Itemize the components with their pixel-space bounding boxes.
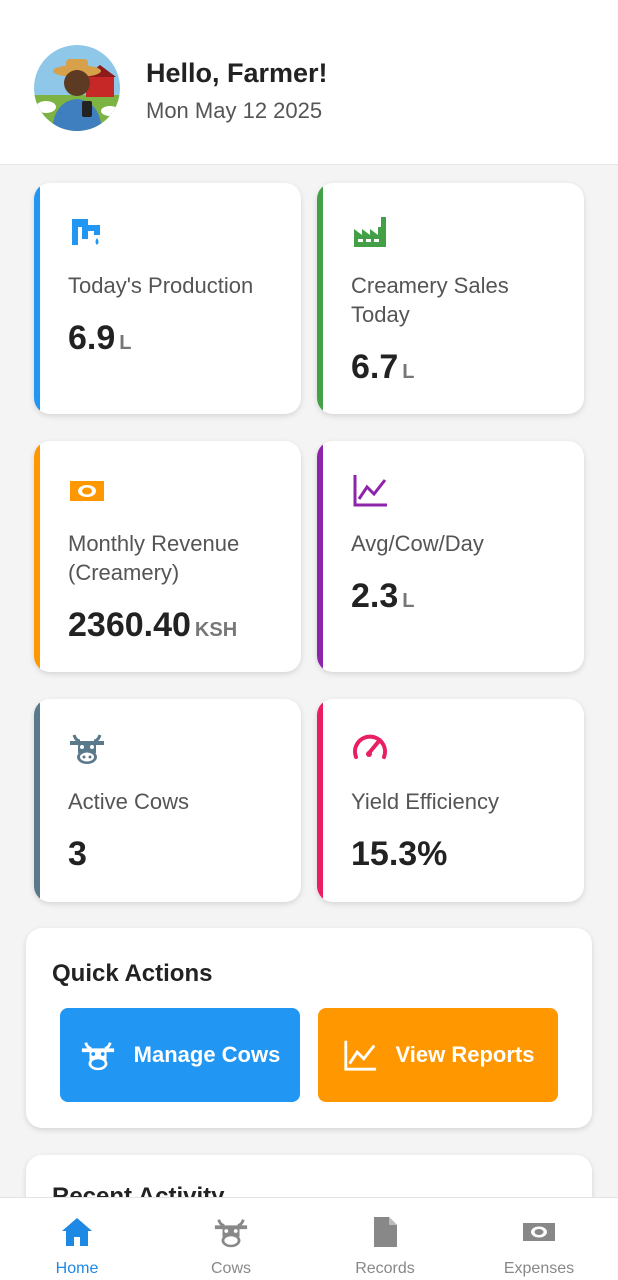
card-unit: L: [402, 361, 415, 383]
card-value: 2.3 L: [351, 577, 415, 615]
current-date: Mon May 12 2025: [146, 98, 323, 123]
card-label: Active Cows: [68, 789, 190, 814]
card-todays-production[interactable]: Today's Production 6.9 L: [34, 183, 301, 414]
manage-cows-button[interactable]: Manage Cows: [60, 1008, 300, 1102]
nav-expenses-label: Expenses: [503, 1260, 575, 1277]
view-reports-button[interactable]: View Reports: [318, 1008, 558, 1102]
line-chart-icon: [353, 475, 387, 507]
cow-icon: [81, 1042, 114, 1071]
card-active-cows[interactable]: Active Cows 3: [34, 699, 301, 902]
nav-cows-label: Cows: [210, 1260, 251, 1277]
card-value: 2360.40 KSH: [68, 606, 238, 644]
card-value: 6.9 L: [68, 319, 132, 357]
card-value: 6.7 L: [351, 348, 415, 386]
nav-records[interactable]: Records: [308, 1198, 462, 1280]
card-label: Monthly Revenue (Creamery): [68, 531, 240, 585]
factory-icon: [354, 217, 386, 247]
money-icon: [70, 481, 104, 501]
bottom-navigation: Home Cows Records Expenses: [0, 1197, 618, 1280]
nav-records-label: Records: [355, 1260, 415, 1277]
quick-actions-title: Quick Actions: [52, 960, 213, 987]
card-monthly-revenue[interactable]: Monthly Revenue (Creamery) 2360.40 KSH: [34, 441, 301, 672]
cow-icon: [214, 1219, 248, 1248]
home-icon: [62, 1218, 92, 1246]
nav-home[interactable]: Home: [0, 1198, 154, 1280]
card-creamery-sales[interactable]: Creamery Sales Today 6.7 L: [317, 183, 584, 414]
card-unit: KSH: [194, 619, 238, 641]
card-label: Today's Production: [68, 273, 254, 298]
nav-expenses[interactable]: Expenses: [462, 1198, 616, 1280]
quick-actions-panel: Quick Actions Manage Cows View Reports: [26, 928, 592, 1128]
milk-tap-icon: [72, 219, 100, 245]
nav-cows[interactable]: Cows: [154, 1198, 308, 1280]
greeting-title: Hello, Farmer!: [146, 58, 328, 88]
card-avg-cow-day[interactable]: Avg/Cow/Day 2.3 L: [317, 441, 584, 672]
manage-cows-label: Manage Cows: [133, 1042, 281, 1067]
card-value: 3: [68, 835, 87, 873]
card-label: Creamery Sales Today: [351, 273, 509, 327]
nav-home-label: Home: [55, 1260, 99, 1277]
app-header: Hello, Farmer! Mon May 12 2025: [0, 0, 618, 165]
card-unit: L: [402, 590, 415, 612]
card-yield-efficiency[interactable]: Yield Efficiency 15.3%: [317, 699, 584, 902]
card-value: 15.3%: [351, 835, 448, 873]
view-reports-label: View Reports: [395, 1042, 535, 1067]
card-label: Yield Efficiency: [351, 789, 499, 814]
speedometer-icon: [353, 734, 387, 759]
card-label: Avg/Cow/Day: [351, 531, 484, 556]
document-icon: [374, 1217, 397, 1247]
farmer-avatar[interactable]: [34, 45, 120, 131]
money-icon: [523, 1223, 555, 1241]
card-unit: L: [119, 332, 132, 354]
line-chart-icon: [343, 1040, 376, 1071]
cow-icon: [70, 734, 104, 764]
